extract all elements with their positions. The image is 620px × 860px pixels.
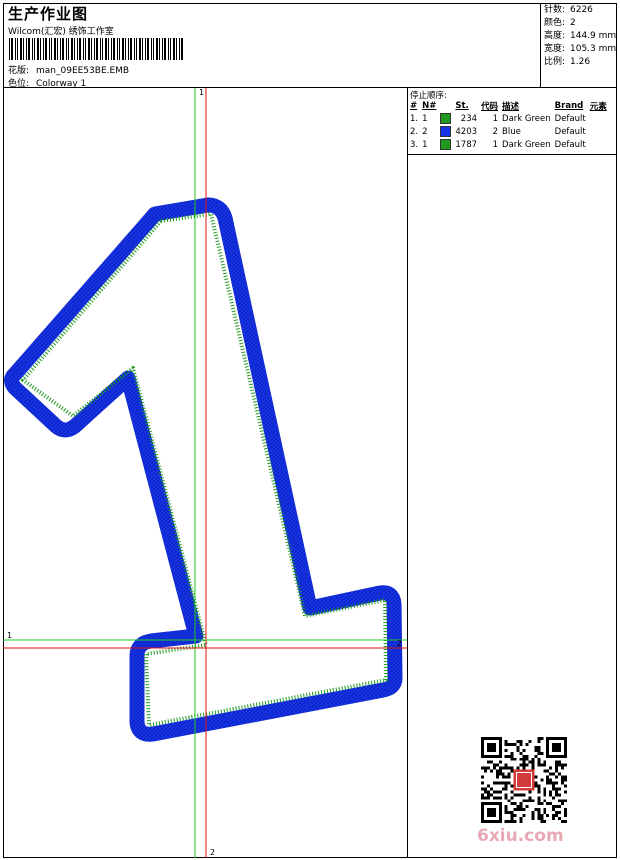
stat-value: 1.26 [570, 57, 591, 67]
stats-panel: 针数: 6226 颜色: 2 高度: 144.9 mm 宽度: 105.3 mm 比例: 1.26 [540, 3, 617, 87]
table-row: 2. 2 4203 2 Blue Default [408, 125, 609, 138]
design-canvas: 1 2 1 2 [3, 88, 408, 858]
column-header: 元素 [589, 102, 607, 112]
stop-index: 3. [410, 139, 419, 150]
watermark: 6xiu.com [477, 826, 564, 846]
stop-index: 2. [410, 126, 419, 137]
column-header: 代码 [481, 102, 499, 112]
column-header: St. [455, 101, 469, 111]
design-line: 花版: man_09EE53BE.EMB [8, 63, 129, 76]
table-row: 1. 1 234 1 Dark Green Default [408, 112, 609, 125]
column-header [438, 100, 453, 112]
table-header-row: # N# St. 代码 描述 Brand 元素 [408, 100, 609, 112]
guide-label-right: 2 [397, 639, 403, 648]
stitch-count: 234 [460, 113, 478, 124]
guide-label-bottom: 2 [210, 848, 216, 857]
table-row: 3. 1 1787 1 Dark Green Default [408, 138, 609, 151]
stat-row: 宽度: 105.3 mm [544, 43, 617, 56]
stat-label: 宽度: [544, 44, 566, 54]
thread-color-icon [440, 113, 452, 124]
stop-sequence-body: 1. 1 234 1 Dark Green Default 2. 2 4203 2 Blue Defa… [408, 112, 609, 151]
guide-label-top: 1 [199, 88, 205, 97]
thread-description: Blue [502, 126, 521, 137]
stat-row: 颜色: 2 [544, 17, 617, 30]
element-cell [588, 138, 609, 151]
stop-sequence-table: # N# St. 代码 描述 Brand 元素 1. 1 234 1 Dark Green Defau… [408, 100, 609, 151]
studio-subtitle: Wilcom(汇宏) 绣饰工作室 [8, 27, 114, 37]
header: 生产作业图 Wilcom(汇宏) 绣饰工作室 花版: man_09EE53BE.E… [3, 3, 617, 89]
element-cell [588, 125, 609, 138]
column-header: N# [422, 101, 437, 111]
stitch-count: 4203 [455, 126, 478, 137]
guide-label-left: 1 [7, 631, 13, 640]
thread-description: Dark Green [502, 139, 551, 150]
column-header: 描述 [502, 102, 520, 112]
stat-value: 144.9 mm [570, 31, 617, 41]
element-cell [588, 112, 609, 125]
thread-code: 1 [492, 139, 499, 150]
stat-label: 针数: [544, 5, 566, 15]
digit-one-satin-outline [4, 197, 403, 742]
design-filename: man_09EE53BE.EMB [36, 66, 130, 76]
stat-row: 针数: 6226 [544, 4, 617, 17]
stat-value: 2 [570, 18, 576, 28]
stat-row: 高度: 144.9 mm [544, 30, 617, 43]
thread-brand: Default [554, 113, 586, 124]
stat-row: 比例: 1.26 [544, 56, 617, 69]
needle-number: 1 [422, 113, 428, 124]
stat-label: 比例: [544, 57, 566, 67]
stitch-count: 1787 [455, 139, 478, 150]
thread-code: 2 [492, 126, 499, 137]
column-header: # [410, 101, 418, 111]
design-label: 花版: [8, 66, 30, 76]
embroidery-preview [3, 88, 407, 858]
thread-code: 1 [492, 113, 499, 124]
color-swatch [438, 125, 453, 138]
stat-label: 颜色: [544, 18, 566, 28]
needle-number: 2 [422, 126, 428, 137]
stat-value: 105.3 mm [570, 44, 617, 54]
qr-code-icon [481, 737, 567, 823]
thread-color-icon [440, 139, 452, 150]
stop-sequence-header: 停止顺序: # N# St. 代码 描述 Brand 元素 1. 1 234 1 Dark Gree… [408, 88, 617, 155]
color-swatch [438, 112, 453, 125]
color-swatch [438, 138, 453, 151]
thread-brand: Default [554, 126, 586, 137]
stat-value: 6226 [570, 5, 593, 15]
thread-brand: Default [554, 139, 586, 150]
thread-color-icon [440, 126, 452, 137]
thread-description: Dark Green [502, 113, 551, 124]
barcode [9, 38, 183, 60]
page-title: 生产作业图 [8, 5, 89, 23]
stop-index: 1. [410, 113, 419, 124]
needle-number: 1 [422, 139, 428, 150]
column-header: Brand [554, 101, 584, 111]
stat-label: 高度: [544, 31, 566, 41]
